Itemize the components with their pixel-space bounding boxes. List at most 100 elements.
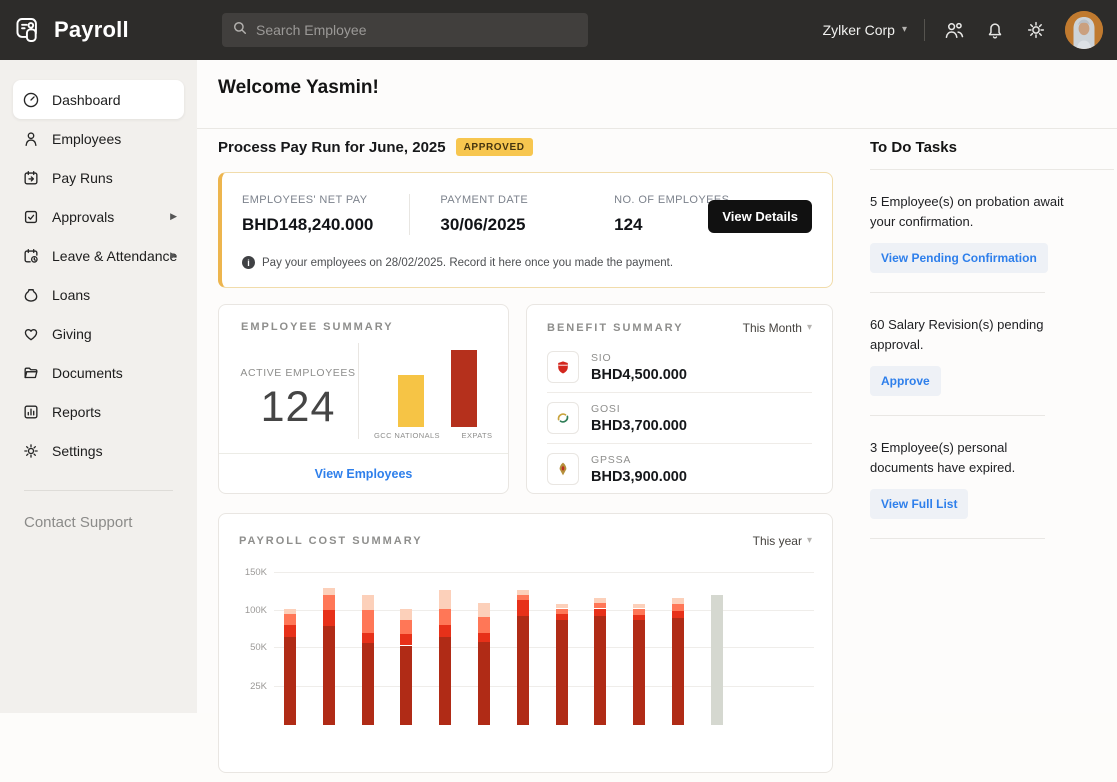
- benefit-amount: BHD3,700.000: [591, 418, 687, 434]
- benefit-row-gosi: GOSI BHD3,700.000: [547, 393, 812, 444]
- view-pending-confirmation-button[interactable]: View Pending Confirmation: [870, 243, 1048, 273]
- sidebar-item-pay-runs[interactable]: Pay Runs: [13, 158, 184, 197]
- bar-1-segment-dark-red: [284, 637, 296, 725]
- summary-row: EMPLOYEE SUMMARY ACTIVE EMPLOYEES 124 GC…: [218, 304, 833, 494]
- search-input[interactable]: [256, 22, 578, 38]
- task-divider: [870, 538, 1045, 539]
- bar-6-segment-bright-red: [478, 633, 490, 642]
- bar-7-segment-peach: [517, 590, 529, 595]
- sidebar-item-reports[interactable]: Reports: [13, 392, 184, 431]
- bar-3-segment-peach: [362, 595, 374, 610]
- benefit-summary-card: BENEFIT SUMMARY This Month ▾: [526, 304, 833, 494]
- giving-heart-icon: [22, 325, 40, 343]
- sidebar-item-loans[interactable]: Loans: [13, 275, 184, 314]
- gridline: [274, 572, 814, 573]
- info-icon: i: [242, 256, 255, 269]
- bar-10-segment-peach: [633, 604, 645, 609]
- contact-support-link[interactable]: Contact Support: [0, 491, 197, 531]
- y-axis-tick-label: 150K: [227, 567, 267, 578]
- benefit-amount: BHD3,900.000: [591, 469, 687, 485]
- sidebar-nav: Dashboard Employees Pay Runs A: [0, 60, 197, 470]
- payroll-dashboard: { "topbar": { "app_name": "Payroll", "se…: [0, 0, 1117, 713]
- stat-label: EMPLOYEES' NET PAY: [242, 194, 373, 206]
- sidebar-item-label: Giving: [52, 326, 92, 342]
- payrun-note-text: Pay your employees on 28/02/2025. Record…: [262, 257, 673, 269]
- sidebar-item-approvals[interactable]: Approvals ▶: [13, 197, 184, 236]
- stat-label: PAYMENT DATE: [440, 194, 528, 206]
- bar-11-segment-peach: [672, 598, 684, 604]
- referrals-people-icon[interactable]: [942, 18, 966, 42]
- bar-1-segment-bright-red: [284, 625, 296, 638]
- todo-task-probation: 5 Employee(s) on probation await your co…: [870, 192, 1114, 293]
- chevron-right-icon: ▶: [170, 211, 177, 222]
- search-icon: [232, 20, 248, 41]
- card-title: EMPLOYEE SUMMARY: [241, 321, 394, 333]
- bar-12-segment-future-gray: [711, 595, 723, 725]
- notifications-bell-icon[interactable]: [983, 18, 1007, 42]
- pay-runs-calendar-icon: [22, 169, 40, 187]
- sidebar-item-label: Loans: [52, 287, 90, 303]
- bar-11-segment-bright-red: [672, 611, 684, 618]
- gpssa-logo-icon: [547, 453, 579, 485]
- sidebar-item-label: Employees: [52, 131, 121, 147]
- view-details-button[interactable]: View Details: [708, 200, 812, 233]
- stat-value: BHD148,240.000: [242, 215, 373, 235]
- page-title: Welcome Yasmin!: [218, 77, 379, 99]
- approve-button[interactable]: Approve: [870, 366, 941, 396]
- sidebar-item-dashboard[interactable]: Dashboard: [13, 80, 184, 119]
- org-switcher[interactable]: Zylker Corp ▾: [823, 22, 907, 38]
- gosi-logo-icon: [547, 402, 579, 434]
- bar-7-segment-coral: [517, 595, 529, 600]
- bar-4-segment-peach: [400, 609, 412, 619]
- bar-9-segment-peach: [594, 598, 606, 603]
- benefit-name: SIO: [591, 352, 687, 364]
- bar-4-segment-dark-red: [400, 646, 412, 726]
- payrun-title: Process Pay Run for June, 2025: [218, 139, 446, 156]
- user-avatar[interactable]: [1065, 11, 1103, 49]
- header-divider: [197, 128, 1117, 129]
- stat-value: 30/06/2025: [440, 215, 528, 235]
- benefit-filter-dropdown[interactable]: This Month ▾: [743, 321, 812, 335]
- bar-4-segment-bright-red: [400, 634, 412, 645]
- sidebar-item-label: Approvals: [52, 209, 114, 225]
- sidebar-item-label: Documents: [52, 365, 123, 381]
- y-axis-tick-label: 100K: [227, 605, 267, 616]
- todo-task-expired-documents: 3 Employee(s) personal documents have ex…: [870, 438, 1114, 539]
- filter-value: This Month: [743, 321, 802, 335]
- cost-filter-dropdown[interactable]: This year ▾: [753, 534, 812, 548]
- stat-payment-date: PAYMENT DATE 30/06/2025: [440, 194, 528, 235]
- bar-5-segment-bright-red: [439, 625, 451, 637]
- sidebar-item-documents[interactable]: Documents: [13, 353, 184, 392]
- benefit-name: GPSSA: [591, 454, 687, 466]
- sidebar-item-leave-attendance[interactable]: Leave & Attendance ▶: [13, 236, 184, 275]
- sidebar-item-giving[interactable]: Giving: [13, 314, 184, 353]
- bar-5-segment-coral: [439, 609, 451, 625]
- app-logo[interactable]: Payroll: [14, 15, 129, 45]
- sidebar-item-employees[interactable]: Employees: [13, 119, 184, 158]
- task-text: 3 Employee(s) personal documents have ex…: [870, 438, 1070, 477]
- employee-search[interactable]: [222, 13, 588, 47]
- settings-gear-icon[interactable]: [1024, 18, 1048, 42]
- bar-9-segment-dark-red: [594, 616, 606, 725]
- documents-folder-icon: [22, 364, 40, 382]
- bar-8-segment-peach: [556, 604, 568, 609]
- employee-card-footer: View Employees: [219, 453, 508, 493]
- sidebar-item-settings[interactable]: Settings: [13, 431, 184, 470]
- employee-mini-bar-chart: [377, 345, 497, 427]
- org-name: Zylker Corp: [823, 22, 895, 38]
- settings-gear-icon: [22, 442, 40, 460]
- bar-9-segment-coral: [594, 603, 606, 608]
- bar-6-segment-coral: [478, 617, 490, 633]
- view-full-list-button[interactable]: View Full List: [870, 489, 968, 519]
- bar-11-segment-coral: [672, 604, 684, 611]
- bar-3-segment-coral: [362, 610, 374, 633]
- mini-chart-labels: GCC NATIONALSEXPATS: [367, 431, 507, 440]
- card-title: BENEFIT SUMMARY: [547, 322, 684, 334]
- topbar: Payroll Zylker Corp ▾: [0, 0, 1117, 60]
- benefit-row-sio: SIO BHD4,500.000: [547, 342, 812, 393]
- bar-6-segment-peach: [478, 603, 490, 617]
- view-employees-link[interactable]: View Employees: [315, 467, 413, 481]
- bar-2-segment-coral: [323, 595, 335, 610]
- status-badge: APPROVED: [456, 138, 533, 156]
- app-name: Payroll: [54, 17, 129, 43]
